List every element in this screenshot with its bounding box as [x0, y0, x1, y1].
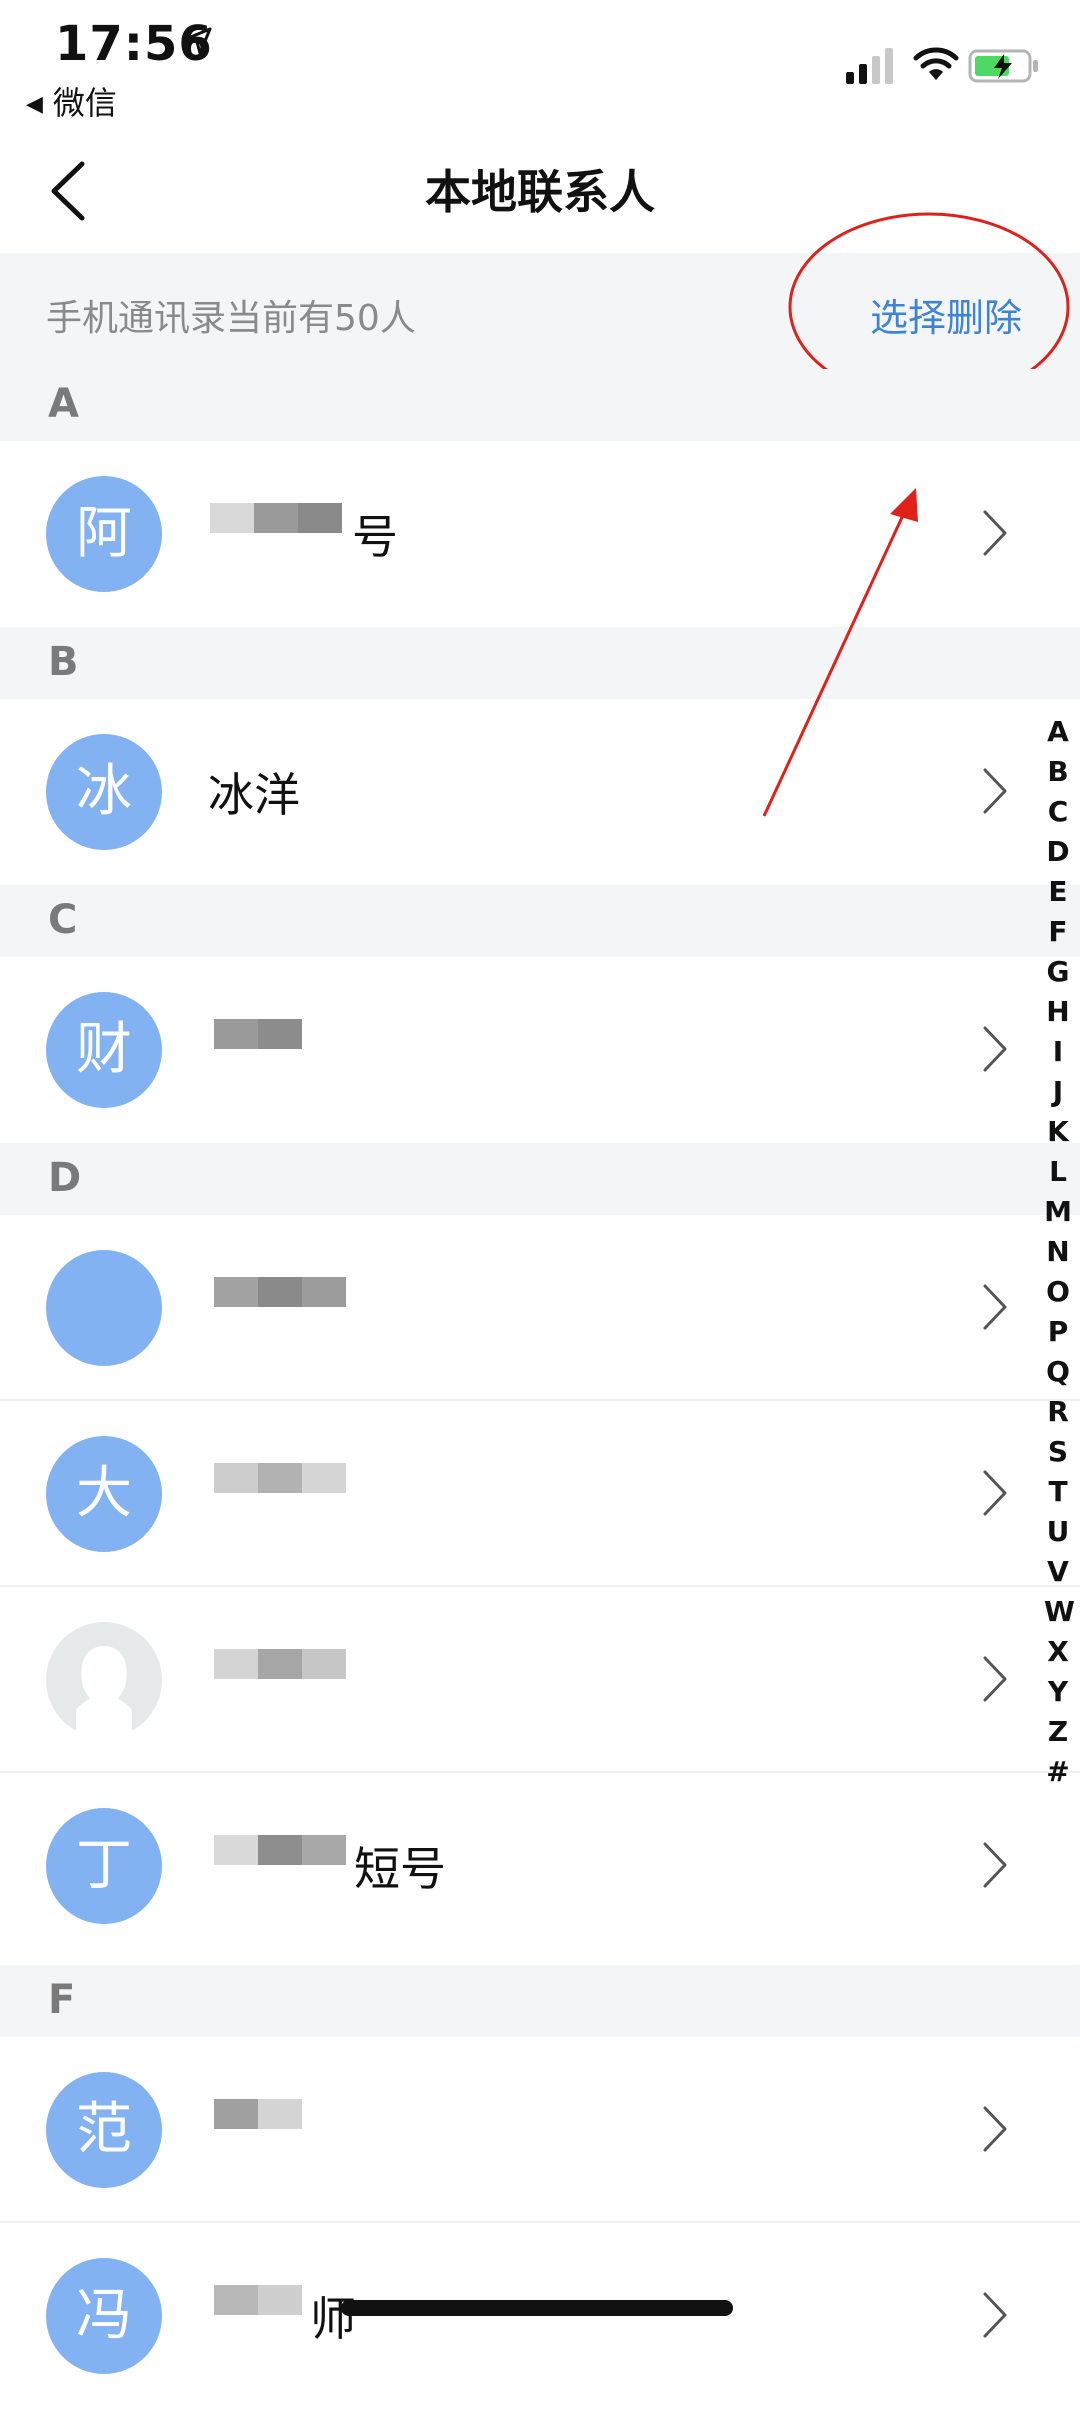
contact-name: 师 [310, 2292, 356, 2346]
section-header-d: D [0, 1143, 1080, 1215]
section-letter: D [48, 1155, 82, 1201]
wifi-icon [913, 47, 959, 80]
contact-row[interactable]: 冯 师 [0, 2223, 1080, 2409]
section-letter: B [48, 639, 79, 685]
alphabet-index-letter[interactable]: K [1044, 1112, 1072, 1152]
contact-row[interactable]: 财 [0, 957, 1080, 1143]
avatar [46, 1250, 162, 1366]
alphabet-index-letter[interactable]: E [1044, 872, 1072, 912]
alphabet-index-letter[interactable]: T [1044, 1472, 1072, 1512]
contact-row[interactable] [0, 1215, 1080, 1401]
avatar: 阿 [46, 476, 162, 592]
alphabet-index-letter[interactable]: U [1044, 1512, 1072, 1552]
section-header-c: C [0, 885, 1080, 957]
chevron-right-icon [983, 1842, 1007, 1888]
back-triangle-icon: ◀ [26, 92, 43, 117]
person-silhouette-icon [48, 1624, 160, 1738]
alphabet-index-letter[interactable]: D [1044, 832, 1072, 872]
avatar: 丁 [46, 1808, 162, 1924]
avatar: 财 [46, 992, 162, 1108]
alphabet-index-letter[interactable]: M [1044, 1192, 1072, 1232]
blurred-name [214, 1463, 346, 1523]
alphabet-index-letter[interactable]: P [1044, 1312, 1072, 1352]
avatar: 冰 [46, 734, 162, 850]
alphabet-index-letter[interactable]: R [1044, 1392, 1072, 1432]
home-indicator[interactable] [341, 2300, 733, 2316]
alphabet-index-letter[interactable]: Y [1044, 1672, 1072, 1712]
blurred-name [210, 503, 342, 563]
avatar: 大 [46, 1436, 162, 1552]
section-letter: C [48, 897, 78, 943]
alphabet-index-letter[interactable]: W [1044, 1592, 1075, 1632]
alphabet-index-letter[interactable]: I [1044, 1032, 1072, 1072]
alphabet-index-letter[interactable]: F [1044, 912, 1072, 952]
blurred-name [214, 1019, 302, 1079]
alphabet-index-letter[interactable]: A [1044, 712, 1072, 752]
alphabet-index-letter[interactable]: B [1044, 752, 1072, 792]
chevron-right-icon [983, 1656, 1007, 1702]
contact-name: 冰洋 [208, 768, 300, 822]
alphabet-index-letter[interactable]: J [1044, 1072, 1072, 1112]
chevron-right-icon [983, 1470, 1007, 1516]
contacts-count-text: 手机通讯录当前有50人 [46, 298, 416, 339]
blurred-name [214, 2285, 302, 2345]
alphabet-index-letter[interactable]: # [1044, 1752, 1072, 1792]
blurred-name [214, 1835, 346, 1895]
alphabet-index-letter[interactable]: S [1044, 1432, 1072, 1472]
alphabet-index-letter[interactable]: N [1044, 1232, 1072, 1272]
avatar: 冯 [46, 2258, 162, 2374]
back-to-app-link[interactable]: ◀ 微信 [26, 78, 117, 124]
red-arrow-annotation [762, 488, 918, 817]
location-arrow-icon [184, 27, 212, 55]
section-header-a: A [0, 369, 1080, 441]
blurred-name [214, 1277, 346, 1337]
section-letter: A [48, 381, 79, 427]
chevron-right-icon [983, 1284, 1007, 1330]
photo-avatar [46, 1622, 162, 1738]
chevron-right-icon [983, 510, 1007, 556]
chevron-right-icon [983, 768, 1007, 814]
status-bar: 17:56 ◀ 微信 [0, 0, 1080, 122]
contact-row[interactable]: 范 [0, 2037, 1080, 2223]
signal-icon [846, 48, 893, 84]
avatar: 范 [46, 2072, 162, 2188]
chevron-right-icon [983, 1026, 1007, 1072]
alphabet-index-letter[interactable]: Q [1044, 1352, 1072, 1392]
battery-charging-icon [968, 49, 1038, 83]
back-app-label: 微信 [52, 84, 117, 122]
alphabet-index-letter[interactable]: H [1044, 992, 1072, 1032]
contact-row[interactable]: 大 [0, 1401, 1080, 1587]
alphabet-index-letter[interactable]: C [1044, 792, 1072, 832]
blurred-name [214, 1649, 346, 1709]
alphabet-index-letter[interactable]: V [1044, 1552, 1072, 1592]
alphabet-index-letter[interactable]: G [1044, 952, 1072, 992]
alphabet-index-letter[interactable]: Z [1044, 1712, 1072, 1752]
contact-row[interactable] [0, 1587, 1080, 1773]
contact-name: 短号 [354, 1842, 446, 1896]
blurred-name [214, 2099, 302, 2159]
alphabet-index-letter[interactable]: X [1044, 1632, 1072, 1672]
contact-row[interactable]: 丁 短号 [0, 1773, 1080, 1959]
chevron-right-icon [983, 2106, 1007, 2152]
alphabet-index-letter[interactable]: O [1044, 1272, 1072, 1312]
alphabet-index-letter[interactable]: L [1044, 1152, 1072, 1192]
contact-name: 号 [352, 510, 398, 564]
alphabet-index[interactable]: A B C D E F G H I J K L M N O P Q R S T U V W X Y Z # [1044, 712, 1075, 1792]
section-header-f: F [0, 1965, 1080, 2037]
chevron-right-icon [983, 2292, 1007, 2338]
section-letter: F [48, 1977, 76, 2023]
